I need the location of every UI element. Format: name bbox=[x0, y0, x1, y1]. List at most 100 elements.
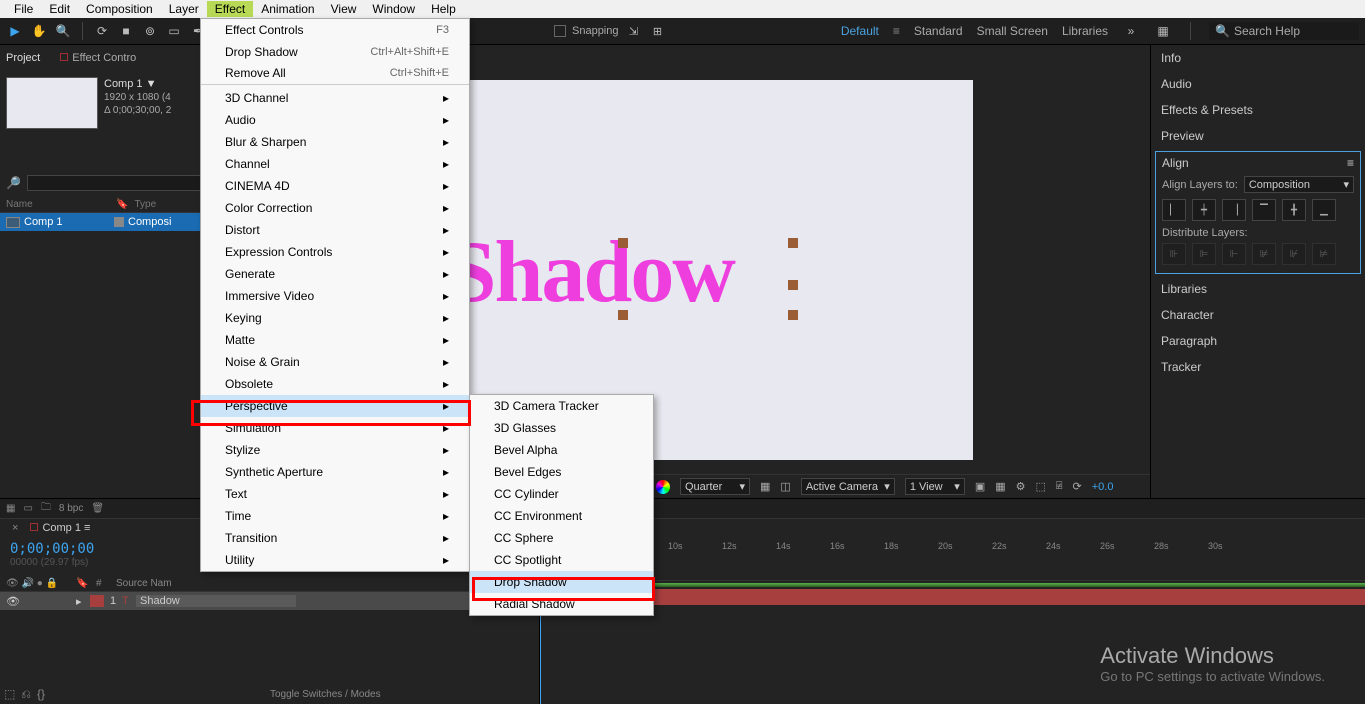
submenu-cc-spotlight[interactable]: CC Spotlight bbox=[470, 549, 653, 571]
anchor-tool-icon[interactable]: ⊚ bbox=[141, 22, 159, 40]
footage-icon[interactable]: ▦ bbox=[6, 503, 15, 514]
menu-edit[interactable]: Edit bbox=[41, 1, 78, 17]
vb-icon-4[interactable]: ⬚ bbox=[1036, 480, 1046, 493]
bi-2[interactable]: ⎌ bbox=[21, 687, 31, 702]
effect-cat-utility[interactable]: Utility▸ bbox=[201, 549, 469, 571]
panel-effects-presets[interactable]: Effects & Presets bbox=[1151, 97, 1365, 123]
layout-icon[interactable]: ▦ bbox=[1154, 22, 1172, 40]
effect-cat-channel[interactable]: Channel▸ bbox=[201, 153, 469, 175]
submenu-drop-shadow[interactable]: Drop Shadow bbox=[470, 571, 653, 593]
timecode-display[interactable]: 0;00;00;00 bbox=[0, 537, 104, 557]
effect-cat-audio[interactable]: Audio▸ bbox=[201, 109, 469, 131]
submenu-bevel-alpha[interactable]: Bevel Alpha bbox=[470, 439, 653, 461]
camera-dropdown[interactable]: Active Camera▾ bbox=[801, 478, 895, 495]
menu-layer[interactable]: Layer bbox=[161, 1, 207, 17]
flowchart-icon[interactable]: ▭ bbox=[23, 503, 32, 514]
submenu-cc-environment[interactable]: CC Environment bbox=[470, 505, 653, 527]
submenu-cc-cylinder[interactable]: CC Cylinder bbox=[470, 483, 653, 505]
timeline-comp-tab[interactable]: Comp 1 ≡ bbox=[30, 522, 90, 534]
vb-icon-6[interactable]: ⟳ bbox=[1073, 480, 1082, 493]
submenu-bevel-edges[interactable]: Bevel Edges bbox=[470, 461, 653, 483]
snap-opt1-icon[interactable]: ⇲ bbox=[625, 22, 643, 40]
align-target-dropdown[interactable]: Composition▾ bbox=[1244, 176, 1354, 193]
folder-icon[interactable]: 🗀 bbox=[41, 500, 51, 517]
panel-libraries[interactable]: Libraries bbox=[1151, 276, 1365, 302]
effect-cat-matte[interactable]: Matte▸ bbox=[201, 329, 469, 351]
menu-file[interactable]: File bbox=[6, 1, 41, 17]
workspace-small-screen[interactable]: Small Screen bbox=[977, 24, 1048, 38]
menu-window[interactable]: Window bbox=[364, 1, 423, 17]
bi-1[interactable]: ⬚ bbox=[4, 687, 15, 702]
effect-cat-time[interactable]: Time▸ bbox=[201, 505, 469, 527]
grid-icon[interactable]: ▦ bbox=[760, 480, 770, 493]
project-tab[interactable]: Project bbox=[6, 52, 40, 64]
effect-cat-3d-channel[interactable]: 3D Channel▸ bbox=[201, 87, 469, 109]
selection-handle[interactable] bbox=[788, 280, 798, 290]
mask-icon[interactable]: ◫ bbox=[780, 480, 790, 493]
effect-cat-simulation[interactable]: Simulation▸ bbox=[201, 417, 469, 439]
effect-cat-perspective[interactable]: Perspective▸ bbox=[201, 395, 469, 417]
submenu-3d-glasses[interactable]: 3D Glasses bbox=[470, 417, 653, 439]
layer-color-chip[interactable] bbox=[90, 595, 104, 607]
workspace-default[interactable]: Default bbox=[841, 24, 879, 38]
effect-cat-cinema-4d[interactable]: CINEMA 4D▸ bbox=[201, 175, 469, 197]
align-left-button[interactable]: ▏ bbox=[1162, 199, 1186, 221]
effect-cat-blur-sharpen[interactable]: Blur & Sharpen▸ bbox=[201, 131, 469, 153]
selection-handle[interactable] bbox=[618, 310, 628, 320]
effect-menu-effect-controls[interactable]: Effect ControlsF3 bbox=[201, 19, 469, 41]
time-ruler[interactable]: 06s08s10s12s14s16s18s20s22s24s26s28s30s bbox=[540, 537, 1365, 581]
panel-audio[interactable]: Audio bbox=[1151, 71, 1365, 97]
close-tab-icon[interactable]: × bbox=[12, 522, 18, 534]
menu-composition[interactable]: Composition bbox=[78, 1, 161, 17]
effect-cat-distort[interactable]: Distort▸ bbox=[201, 219, 469, 241]
col-name[interactable]: Name bbox=[6, 199, 116, 210]
panel-paragraph[interactable]: Paragraph bbox=[1151, 328, 1365, 354]
panel-menu-icon[interactable]: ≡ bbox=[1347, 156, 1354, 170]
bi-3[interactable]: {} bbox=[37, 687, 45, 702]
workspace-menu-icon[interactable]: ≡ bbox=[893, 24, 900, 38]
zoom-tool-icon[interactable]: 🔍 bbox=[54, 22, 72, 40]
work-area-bar[interactable] bbox=[540, 583, 1365, 587]
effect-cat-color-correction[interactable]: Color Correction▸ bbox=[201, 197, 469, 219]
align-vcenter-button[interactable]: ╋ bbox=[1282, 199, 1306, 221]
comp-thumbnail[interactable] bbox=[6, 77, 98, 129]
effect-cat-synthetic-aperture[interactable]: Synthetic Aperture▸ bbox=[201, 461, 469, 483]
effect-cat-transition[interactable]: Transition▸ bbox=[201, 527, 469, 549]
panel-tracker[interactable]: Tracker bbox=[1151, 354, 1365, 380]
panel-character[interactable]: Character bbox=[1151, 302, 1365, 328]
submenu-3d-camera-tracker[interactable]: 3D Camera Tracker bbox=[470, 395, 653, 417]
views-dropdown[interactable]: 1 View▾ bbox=[905, 478, 965, 495]
menu-help[interactable]: Help bbox=[423, 1, 464, 17]
submenu-radial-shadow[interactable]: Radial Shadow bbox=[470, 593, 653, 615]
project-search-input[interactable] bbox=[27, 175, 203, 191]
text-layer-shadow[interactable]: Shadow bbox=[448, 222, 734, 323]
align-right-button[interactable]: ▕ bbox=[1222, 199, 1246, 221]
vb-icon-5[interactable]: ⍯ bbox=[1056, 480, 1063, 493]
orbit-tool-icon[interactable]: ⟳ bbox=[93, 22, 111, 40]
vb-icon-2[interactable]: ▦ bbox=[995, 480, 1005, 493]
layer-name[interactable]: Shadow bbox=[136, 595, 296, 607]
shape-tool-icon[interactable]: ▭ bbox=[165, 22, 183, 40]
menu-view[interactable]: View bbox=[323, 1, 365, 17]
effect-cat-text[interactable]: Text▸ bbox=[201, 483, 469, 505]
effect-cat-noise-grain[interactable]: Noise & Grain▸ bbox=[201, 351, 469, 373]
menu-animation[interactable]: Animation bbox=[253, 1, 322, 17]
menu-effect[interactable]: Effect bbox=[207, 1, 253, 17]
asset-row-comp1[interactable]: Comp 1 Composi bbox=[0, 213, 209, 231]
workspace-libraries[interactable]: Libraries bbox=[1062, 24, 1108, 38]
exposure-value[interactable]: +0.0 bbox=[1092, 481, 1114, 493]
effect-cat-generate[interactable]: Generate▸ bbox=[201, 263, 469, 285]
effect-cat-expression-controls[interactable]: Expression Controls▸ bbox=[201, 241, 469, 263]
submenu-cc-sphere[interactable]: CC Sphere bbox=[470, 527, 653, 549]
effect-menu-drop-shadow[interactable]: Drop ShadowCtrl+Alt+Shift+E bbox=[201, 41, 469, 63]
effect-menu-remove-all[interactable]: Remove AllCtrl+Shift+E bbox=[201, 63, 469, 85]
resolution-dropdown[interactable]: Quarter▾ bbox=[680, 478, 750, 495]
snapping-checkbox[interactable] bbox=[554, 25, 566, 37]
workspace-standard[interactable]: Standard bbox=[914, 24, 963, 38]
bpc-label[interactable]: 8 bpc bbox=[59, 503, 83, 514]
selection-tool-icon[interactable]: ▶ bbox=[6, 22, 24, 40]
align-hcenter-button[interactable]: ┿ bbox=[1192, 199, 1216, 221]
trash-icon[interactable]: 🗑 bbox=[91, 503, 104, 514]
hand-tool-icon[interactable]: ✋ bbox=[30, 22, 48, 40]
snap-opt2-icon[interactable]: ⊞ bbox=[649, 22, 667, 40]
